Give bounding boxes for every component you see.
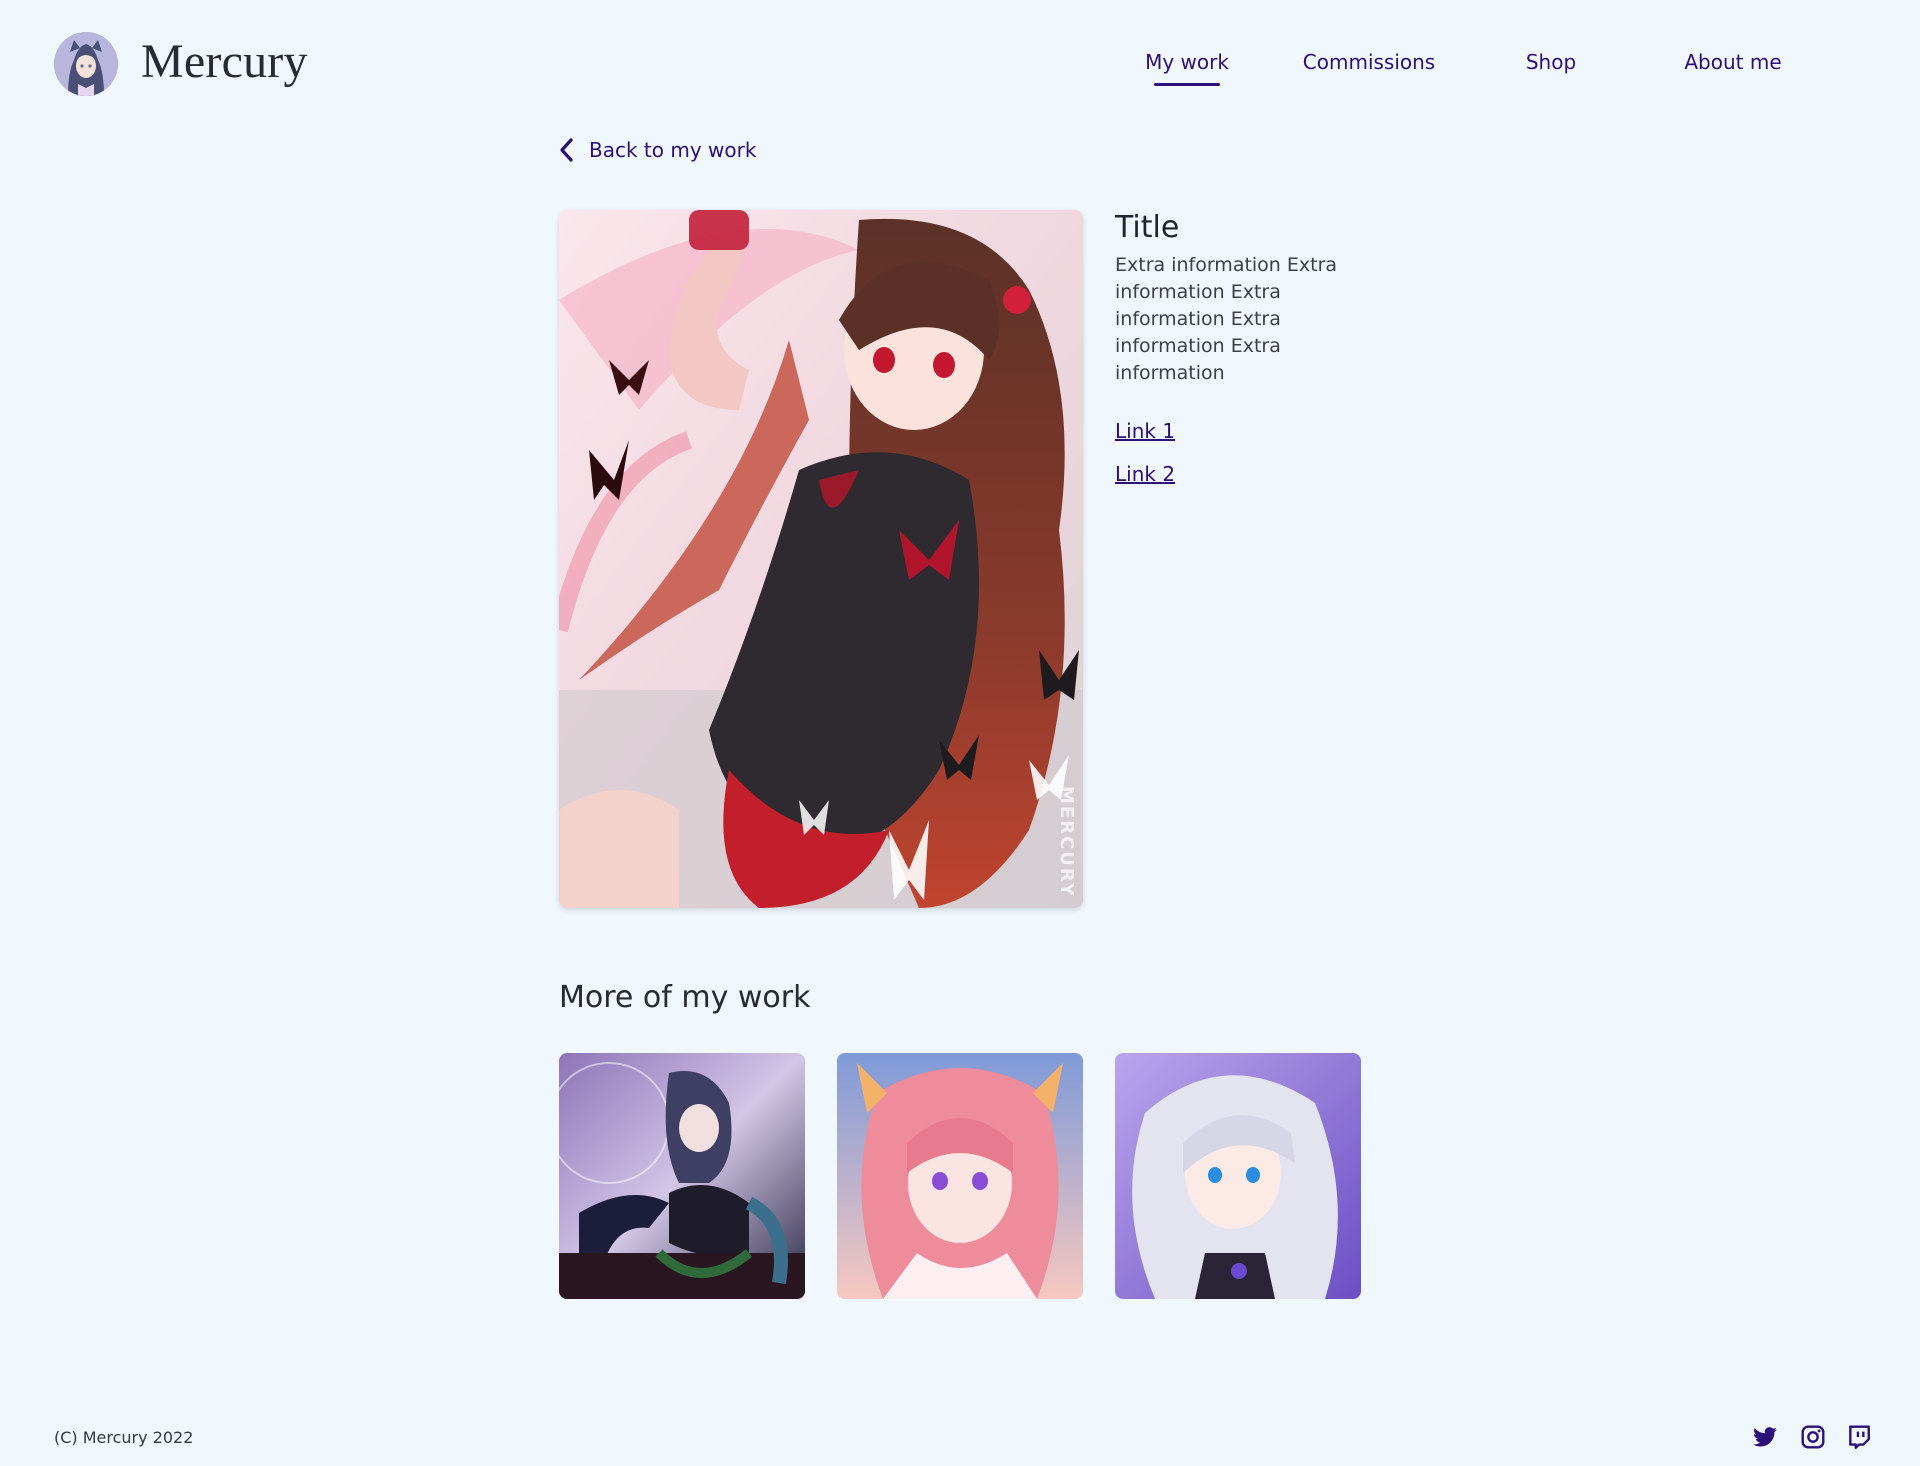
nav-shop[interactable]: Shop — [1526, 50, 1576, 74]
artwork-thumbnail-silver-haired-girl — [1115, 1053, 1361, 1299]
more-of-my-work-heading: More of my work — [559, 980, 811, 1015]
twitch-link[interactable] — [1846, 1424, 1872, 1450]
artwork-thumbnail-3[interactable] — [1115, 1053, 1361, 1299]
main-artwork-image[interactable]: MERCURY — [559, 210, 1083, 908]
artwork-thumbnail-dark-haired-girl — [559, 1053, 805, 1299]
artwork-title: Title — [1115, 210, 1180, 245]
nav-my-work[interactable]: My work — [1145, 50, 1229, 74]
back-to-my-work-link[interactable]: Back to my work — [557, 135, 756, 165]
artwork-link-2[interactable]: Link 2 — [1115, 462, 1175, 486]
instagram-icon — [1801, 1425, 1825, 1449]
nav-about-me[interactable]: About me — [1684, 50, 1781, 74]
artwork-watermark: MERCURY — [1056, 786, 1077, 898]
footer-copyright: (C) Mercury 2022 — [54, 1428, 194, 1447]
nav-active-underline — [1154, 83, 1220, 86]
artwork-thumbnail-2[interactable] — [837, 1053, 1083, 1299]
nav-commissions[interactable]: Commissions — [1303, 50, 1435, 74]
instagram-link[interactable] — [1800, 1424, 1826, 1450]
artwork-illustration-icon — [559, 210, 1083, 908]
artwork-description: Extra information Extra information Extr… — [1115, 254, 1338, 384]
character-avatar-icon — [54, 32, 118, 96]
chevron-left-icon — [560, 138, 573, 162]
twitter-link[interactable] — [1752, 1424, 1778, 1450]
twitch-icon — [1849, 1425, 1870, 1450]
site-title[interactable]: Mercury — [141, 34, 308, 89]
logo-avatar[interactable] — [54, 32, 118, 96]
back-link-label: Back to my work — [589, 138, 757, 162]
artwork-link-1[interactable]: Link 1 — [1115, 419, 1175, 443]
artwork-thumbnail-1[interactable] — [559, 1053, 805, 1299]
artwork-thumbnail-pink-haired-girl — [837, 1053, 1083, 1299]
twitter-icon — [1753, 1427, 1777, 1447]
